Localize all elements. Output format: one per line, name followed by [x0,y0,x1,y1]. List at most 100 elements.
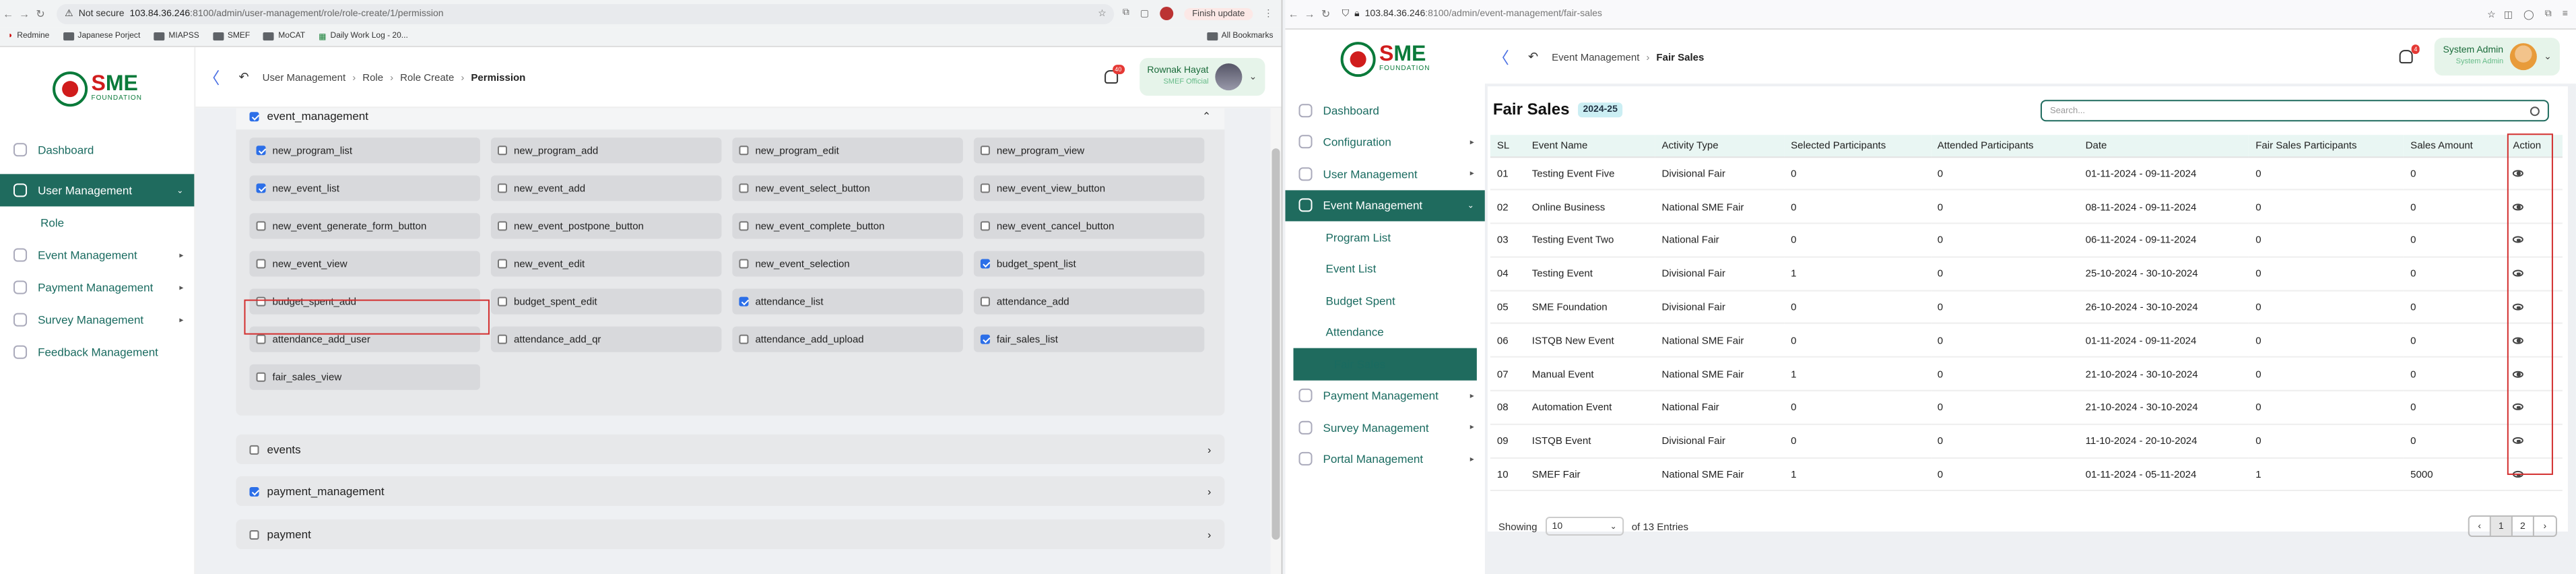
pocket-icon[interactable]: ◫ [2504,9,2513,20]
reload-icon[interactable]: ↻ [32,7,48,20]
permission-item[interactable]: new_event_generate_form_button [249,213,480,239]
bookmark-mocat[interactable]: MoCAT [263,32,305,41]
bell-icon[interactable]: 40 [1104,65,1125,84]
bookmark-japanese-porject[interactable]: Japanese Porject [63,32,140,41]
breadcrumb-role[interactable]: Role [362,71,383,83]
permission-checkbox[interactable] [980,146,990,156]
permission-checkbox[interactable] [739,334,749,344]
sidepanel-icon[interactable]: ▢ [1140,8,1149,19]
checkbox-payment-management[interactable] [249,486,259,496]
breadcrumb-user-management[interactable]: User Management [263,71,346,83]
back-arrow-icon[interactable]: ↶ [1528,49,1538,64]
permission-checkbox[interactable] [256,372,266,382]
permission-item[interactable]: new_program_list [249,137,480,164]
back-nav-icon[interactable]: ← [0,7,16,20]
prev-page-button[interactable]: ‹ [2470,516,2491,536]
reload-icon[interactable]: ↻ [1318,8,1334,20]
per-page-select[interactable]: 10 ⌄ [1545,516,1624,536]
sidebar-item-configuration[interactable]: Configuration ▸ [1285,126,1484,158]
sidebar-item-program-list[interactable]: Program List [1285,221,1484,253]
permission-item[interactable]: budget_spent_list [973,251,1205,277]
checkbox-payment[interactable] [249,530,259,540]
bookmark-redmine[interactable]: ◗ Redmine [8,32,49,40]
page-2-button[interactable]: 2 [2513,516,2534,536]
permission-checkbox[interactable] [497,146,507,156]
permission-checkbox[interactable] [497,221,507,231]
sidebar-item-fair-sales[interactable]: Fair Sales [1293,348,1477,380]
sidebar-item-user-management[interactable]: User Management ▸ [1285,158,1484,189]
sidebar-item-survey-management[interactable]: Survey Management ▸ [1285,412,1484,443]
scrollbar[interactable] [1270,108,1282,574]
section-events[interactable]: events › [236,434,1225,464]
sidebar-item-portal-management[interactable]: Portal Management ▸ [1285,443,1484,475]
finish-update-button[interactable]: Finish update [1184,7,1253,20]
permission-checkbox[interactable] [980,334,990,344]
back-nav-icon[interactable]: ← [1285,8,1301,20]
bell-icon[interactable]: 4 [2400,44,2420,64]
permission-item[interactable]: attendance_list [732,288,963,315]
checkbox-event-management[interactable] [249,111,259,121]
user-menu[interactable]: System Admin System Admin ⌄ [2435,38,2560,76]
permission-item[interactable]: fair_sales_view [249,364,480,390]
profile-avatar[interactable] [1160,7,1174,21]
account-icon[interactable]: ◯ [2523,9,2534,20]
permission-checkbox[interactable] [739,183,749,193]
user-menu[interactable]: Rownak Hayat SMEF Official ⌄ [1139,58,1265,96]
permission-checkbox[interactable] [256,334,266,344]
permission-item[interactable]: new_event_cancel_button [973,213,1205,239]
sidebar-item-payment-management[interactable]: Payment Management ▸ [0,272,194,304]
permission-checkbox[interactable] [256,259,266,269]
sidebar-item-feedback-management[interactable]: Feedback Management [0,336,194,369]
next-page-button[interactable]: › [2534,517,2556,536]
bookmark-star-icon[interactable]: ☆ [1098,8,1107,19]
permission-item[interactable]: new_program_edit [732,137,963,164]
chevron-up-icon[interactable]: ⌃ [1202,110,1211,122]
permission-item[interactable]: attendance_add [973,288,1205,315]
permission-item[interactable]: budget_spent_edit [490,288,722,315]
permission-checkbox[interactable] [739,146,749,156]
breadcrumb-role-create[interactable]: Role Create [400,71,454,83]
permission-item[interactable]: fair_sales_list [973,326,1205,352]
forward-nav-icon[interactable]: → [1302,8,1318,20]
permission-checkbox[interactable] [980,259,990,269]
scrollbar-thumb[interactable] [1272,148,1280,540]
permission-checkbox[interactable] [497,183,507,193]
extension-icon[interactable]: ⧉ [1123,8,1129,19]
menu-dots-icon[interactable]: ⋮ [1263,8,1273,19]
permission-item[interactable]: new_event_view_button [973,175,1205,201]
sidebar-item-dashboard[interactable]: Dashboard [1285,94,1484,126]
bookmark-miapss[interactable]: MIAPSS [154,32,199,41]
checkbox-events[interactable] [249,444,259,454]
permission-item[interactable]: new_event_view [249,251,480,277]
bookmark-daily-work-log[interactable]: ▦ Daily Work Log - 20... [319,32,408,41]
bookmark-star-icon[interactable]: ☆ [2487,9,2496,20]
sidebar-item-attendance[interactable]: Attendance [1285,317,1484,348]
permission-checkbox[interactable] [980,183,990,193]
permission-checkbox[interactable] [256,183,266,193]
sidebar-item-event-list[interactable]: Event List [1285,253,1484,284]
sidebar-item-budget-spent[interactable]: Budget Spent [1285,285,1484,317]
permission-item[interactable]: new_event_add [490,175,722,201]
sidebar-item-event-management[interactable]: Event Management ⌄ [1285,189,1485,222]
breadcrumb-event-management[interactable]: Event Management [1552,51,1639,63]
sidebar-item-role[interactable]: Role [0,206,194,238]
permission-item[interactable]: new_program_add [490,137,722,164]
permission-item[interactable]: new_event_complete_button [732,213,963,239]
extension-icon[interactable]: ⧉ [2545,9,2552,20]
menu-icon[interactable]: ≡ [2563,9,2568,19]
bookmark-smef[interactable]: SMEF [212,32,250,41]
permission-item[interactable]: attendance_add_upload [732,326,963,352]
permission-checkbox[interactable] [739,259,749,269]
collapse-sidebar-icon[interactable]: 〈 [203,65,220,88]
sidebar-item-event-management[interactable]: Event Management ▸ [0,238,194,271]
section-payment[interactable]: payment › [236,519,1225,550]
section-payment-management[interactable]: payment_management › [236,476,1225,506]
permission-item[interactable]: new_event_select_button [732,175,963,201]
permission-checkbox[interactable] [739,221,749,231]
permission-item[interactable]: new_event_selection [732,251,963,277]
permission-item[interactable]: new_event_list [249,175,480,201]
all-bookmarks[interactable]: All Bookmarks [1206,32,1273,41]
address-bar[interactable]: ⛉ 🔒︎ 103.84.36.246:8100/admin/event-mana… [1334,4,2504,24]
sidebar-item-user-management[interactable]: User Management ⌄ [0,174,195,207]
sidebar-item-dashboard[interactable]: Dashboard [0,133,194,166]
